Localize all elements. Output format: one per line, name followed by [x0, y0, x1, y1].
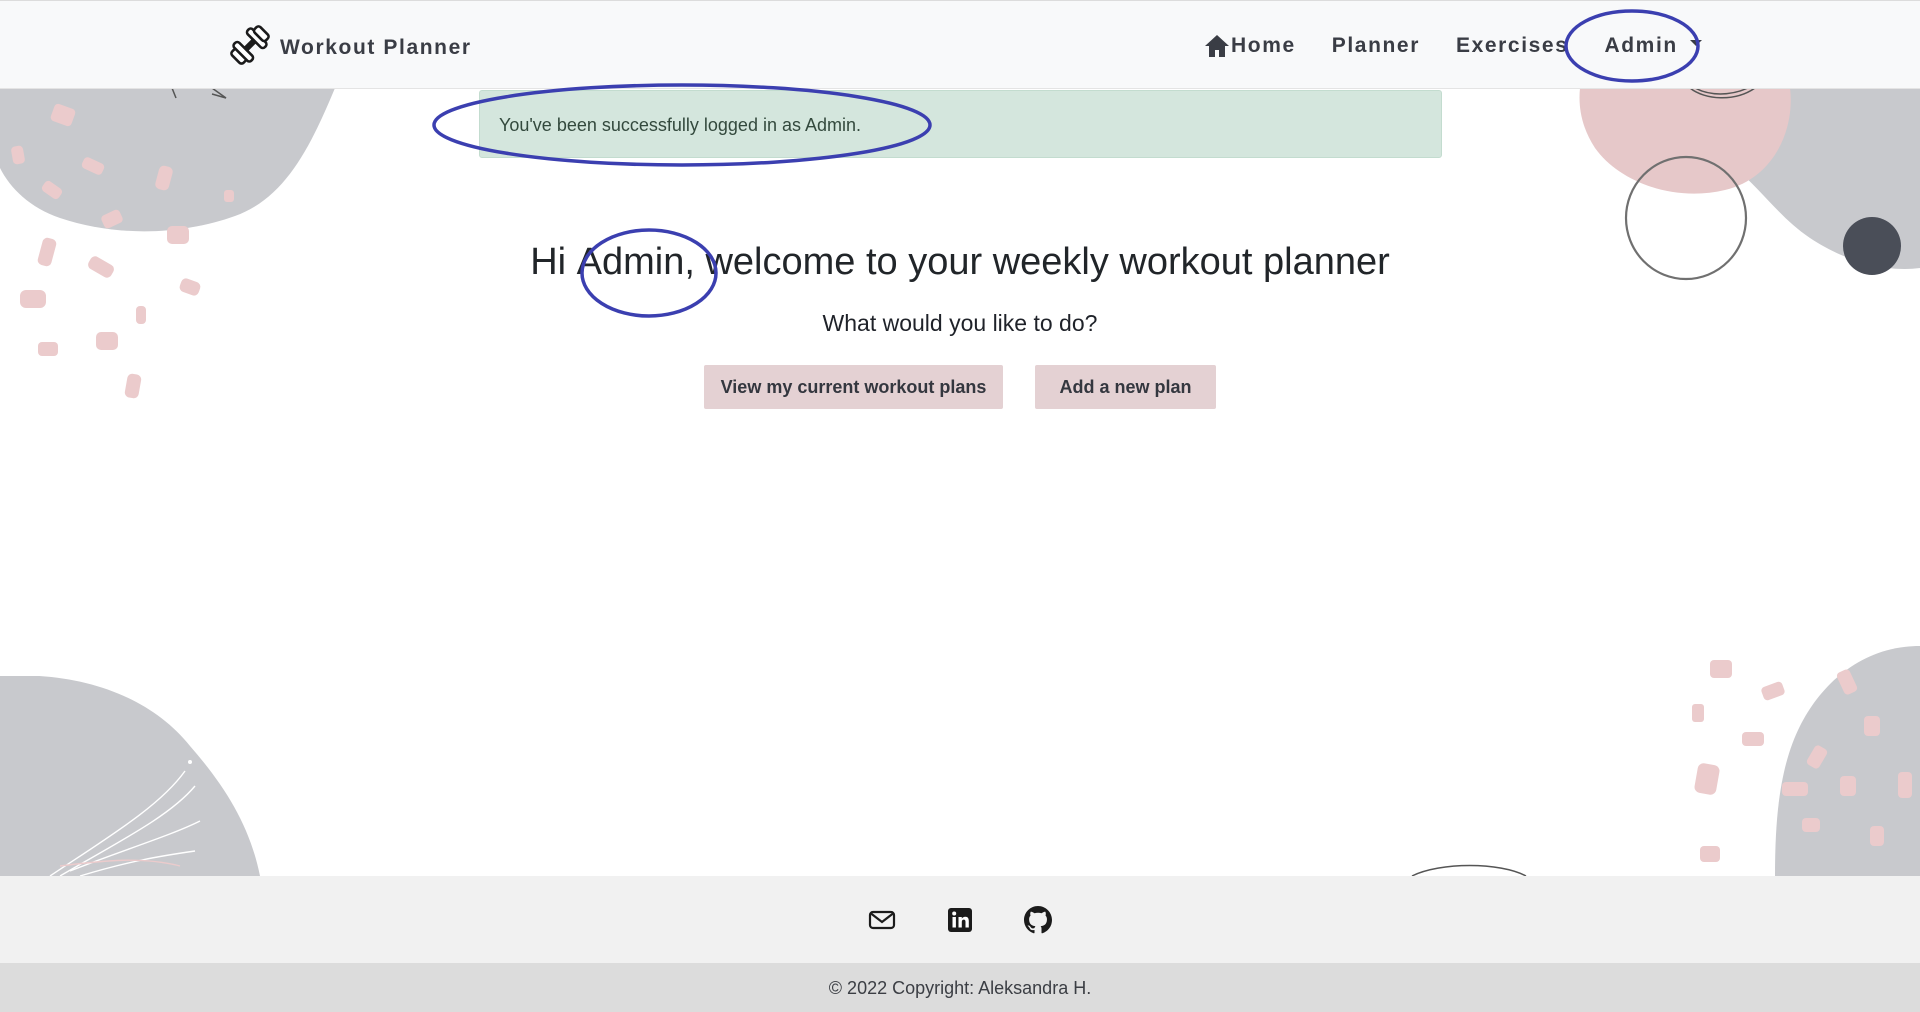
nav-home-link[interactable]: Home	[1204, 34, 1296, 58]
view-plans-button[interactable]: View my current workout plans	[704, 364, 1003, 409]
decorative-arc-bottom	[1411, 864, 1527, 876]
welcome-heading: Hi Admin, welcome to your weekly workout…	[0, 240, 1920, 286]
brand-name: Workout Planner	[280, 36, 472, 59]
github-link[interactable]	[1024, 905, 1052, 934]
greeting-username: Admin,	[576, 241, 695, 283]
dumbbell-icon	[230, 25, 270, 65]
email-link[interactable]	[868, 906, 896, 934]
greeting-suffix: welcome to your weekly workout planner	[694, 241, 1390, 283]
main-content: Hi Admin, welcome to your weekly workout…	[0, 240, 1920, 409]
github-icon	[1024, 905, 1052, 933]
envelope-icon	[868, 910, 896, 929]
nav-links: Home Planner Exercises Admin	[1204, 1, 1702, 90]
nav-planner-link[interactable]: Planner	[1332, 34, 1420, 58]
decorative-blob-bottom-left	[0, 676, 260, 876]
nav-exercises-link[interactable]: Exercises	[1456, 34, 1569, 58]
user-menu-label: Admin	[1604, 33, 1678, 57]
welcome-subtitle: What would you like to do?	[822, 309, 1098, 336]
action-buttons: View my current workout plans Add a new …	[0, 364, 1920, 409]
linkedin-icon	[948, 907, 972, 932]
footer-copyright: © 2022 Copyright: Aleksandra H.	[0, 963, 1920, 1012]
add-plan-button[interactable]: Add a new plan	[1035, 364, 1216, 409]
copyright-text: © 2022 Copyright: Aleksandra H.	[828, 978, 1092, 998]
alert-message: You've been successfully logged in as Ad…	[499, 115, 862, 135]
home-icon	[1205, 34, 1229, 57]
greeting-prefix: Hi	[530, 241, 577, 283]
linkedin-link[interactable]	[946, 906, 974, 934]
brand-link[interactable]: Workout Planner	[228, 23, 472, 67]
navbar: Workout Planner Home Planner Exercises A…	[0, 0, 1920, 89]
decorative-blob-bottom-right	[1692, 646, 1920, 876]
success-alert: You've been successfully logged in as Ad…	[479, 90, 1442, 158]
nav-home-label: Home	[1231, 33, 1296, 57]
caret-down-icon	[1689, 39, 1702, 46]
footer-social-links	[0, 876, 1920, 963]
user-menu-dropdown[interactable]: Admin	[1604, 33, 1702, 58]
